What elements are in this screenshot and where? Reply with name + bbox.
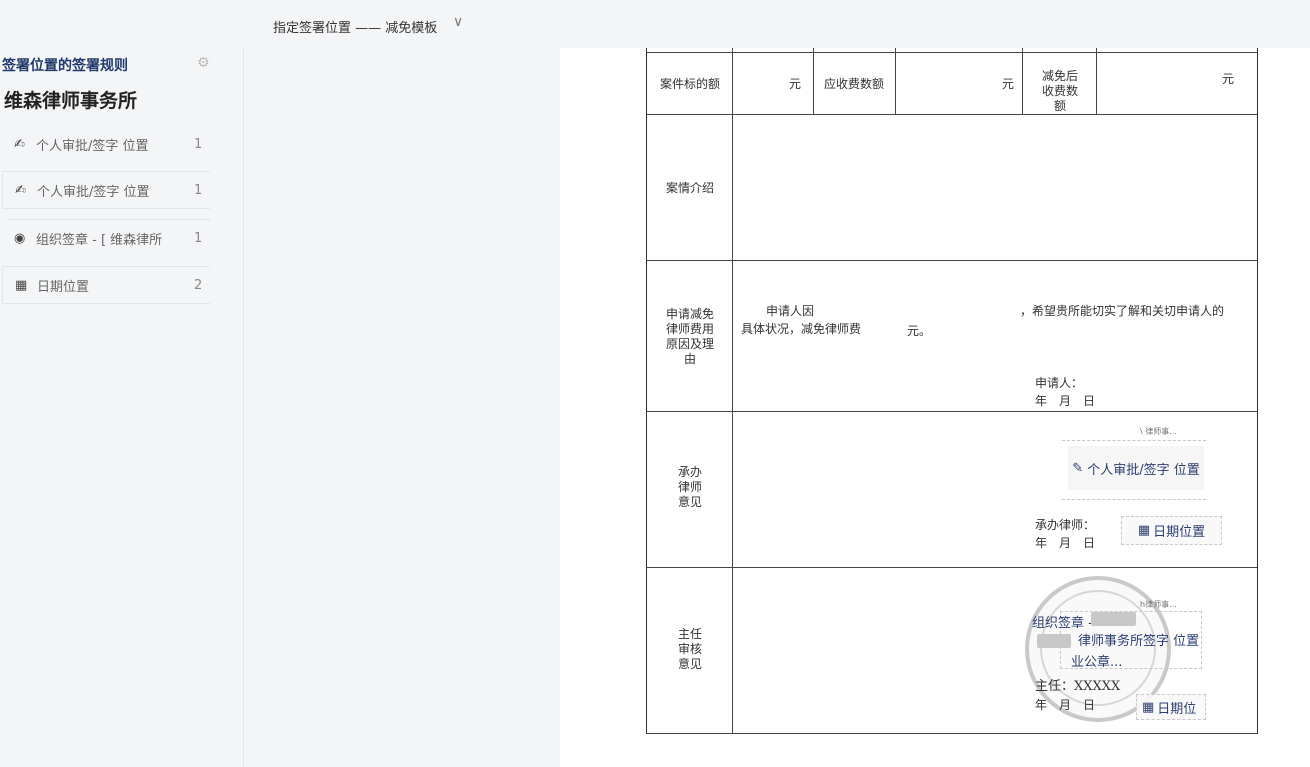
table-border (1022, 48, 1023, 115)
redaction-block (1091, 612, 1136, 626)
sidebar: 签署位置的签署规则 ⚙ 维森律师事务所 ✍ 个人审批/签字 位置 1 ✍ 个人审… (0, 0, 244, 767)
table-border (646, 733, 1257, 734)
table-border (895, 48, 896, 115)
label-case-intro: 案情介绍 (665, 181, 714, 195)
placed-seal-label: 组织签章 - (1032, 616, 1093, 631)
table-border (1096, 48, 1097, 115)
label-fee: 应收费数额 (823, 77, 884, 91)
table-border (646, 567, 1257, 568)
placed-seal-line2: 业公章... (1071, 655, 1123, 670)
table-border (646, 114, 1257, 115)
rules-title: 签署位置的签署规则 (2, 58, 128, 74)
placed-date-label: 日期位置 (1153, 525, 1206, 540)
reason-text-end: ，希望贵所能切实了解和关切申请人的 (1020, 304, 1225, 318)
signature-icon: ✍ (14, 136, 25, 152)
sidebar-item-label: 组织签章 - [ 维森律所 (36, 232, 163, 248)
label-reduced-fee: 减免后 收费数额 (1041, 69, 1078, 113)
lawyer-date: 年 月 日 (1035, 536, 1096, 550)
table-border (646, 52, 1257, 53)
label-lawyer-opinion: 承办 律师 意见 (677, 465, 702, 509)
unit-yuan: 元 (1221, 72, 1234, 86)
sidebar-item-count: 1 (194, 182, 203, 198)
placed-sign-overlap: 律师事务所签字 位置 (1078, 634, 1200, 649)
sidebar-item-count: 1 (194, 136, 203, 152)
sidebar-item-personal-sign-1[interactable]: ✍ 个人审批/签字 位置 1 (2, 124, 210, 164)
calendar-icon: ▦ (1137, 523, 1151, 538)
sidebar-item-label: 个人审批/签字 位置 (37, 184, 150, 200)
signature-icon: ✍ (15, 182, 26, 198)
unit-yuan: 元 (1001, 77, 1014, 91)
label-director-opinion: 主任 审核 意见 (677, 627, 702, 671)
sidebar-item-personal-sign-2[interactable]: ✍ 个人审批/签字 位置 1 (2, 171, 210, 209)
director-label: 主任：XXXXX (1035, 679, 1121, 694)
table-border (646, 260, 1257, 261)
reason-text-unit: 元。 (907, 324, 932, 338)
sidebar-item-label: 个人审批/签字 位置 (36, 138, 149, 154)
firm-name: 维森律师事务所 (4, 90, 138, 112)
unit-yuan: 元 (788, 77, 801, 91)
calendar-icon: ▦ (1142, 699, 1155, 715)
label-reason: 申请减免 律师费用 原因及理由 (665, 307, 714, 366)
applicant-date: 年 月 日 (1035, 394, 1096, 408)
header: 指定签署位置 —— 减免模板 ∨ (243, 0, 1310, 48)
placed-date-position-2[interactable]: ▦ 日期位 (1136, 694, 1206, 720)
sidebar-item-label: 日期位置 (37, 279, 90, 295)
director-date: 年 月 日 (1035, 698, 1096, 712)
placed-tiny-tag: h律师事... (1140, 600, 1177, 609)
applicant-label: 申请人： (1035, 376, 1084, 390)
table-border (646, 411, 1257, 412)
placed-date-label: 日期位 (1157, 701, 1197, 717)
redaction-block (1037, 634, 1071, 648)
sidebar-item-date[interactable]: ▦ 日期位置 2 (2, 266, 210, 304)
sidebar-item-count: 2 (194, 277, 203, 293)
table-border (732, 48, 733, 734)
sidebar-item-org-seal[interactable]: ◉ 组织签章 - [ 维森律所 1 (2, 218, 210, 258)
table-border (813, 48, 814, 115)
placed-date-position[interactable]: ▦ 日期位置 (1121, 516, 1222, 545)
gear-icon[interactable]: ⚙ (197, 55, 210, 71)
chevron-down-icon[interactable]: ∨ (453, 14, 463, 30)
sidebar-item-count: 1 (194, 230, 203, 246)
template-title: 指定签署位置 —— 减免模板 (273, 21, 438, 36)
placed-sign-label: 个人审批/签字 位置 (1087, 462, 1200, 478)
label-case-amount: 案件标的额 (659, 77, 720, 91)
seal-icon: ◉ (14, 230, 26, 246)
placed-personal-sign[interactable]: ✎ 个人审批/签字 位置 (1068, 446, 1204, 490)
lawyer-label: 承办律师： (1035, 518, 1096, 532)
calendar-icon: ▦ (15, 277, 28, 293)
reason-text-start: 申请人因 (766, 304, 815, 318)
reason-text-line2: 具体状况，减免律师费 (741, 322, 862, 336)
placed-tiny-tag: \ 律师事... (1140, 427, 1177, 436)
pen-icon: ✎ (1072, 460, 1084, 476)
